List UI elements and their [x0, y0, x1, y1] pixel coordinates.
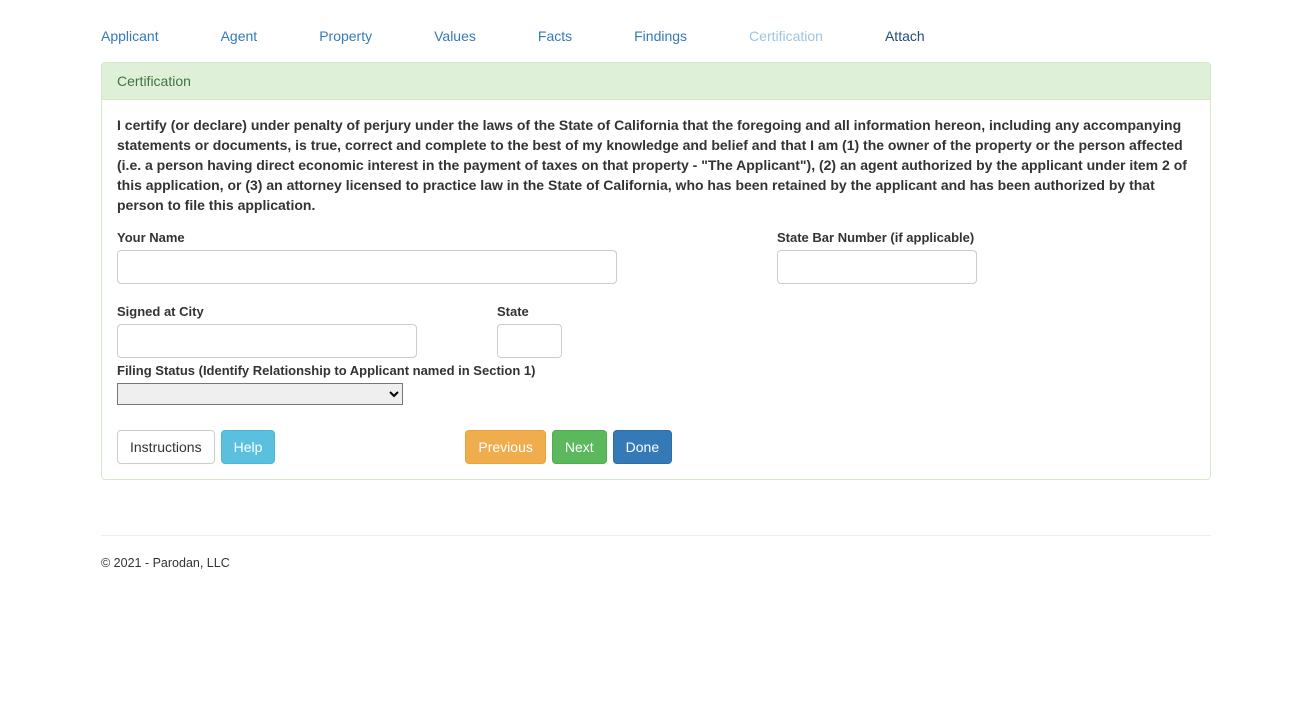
tab-findings[interactable]: Findings [634, 28, 687, 44]
state-label: State [497, 304, 567, 319]
tab-property[interactable]: Property [319, 28, 372, 44]
your-name-label: Your Name [117, 230, 617, 245]
certification-text: I certify (or declare) under penalty of … [117, 115, 1195, 215]
tab-certification[interactable]: Certification [749, 28, 823, 44]
filing-status-select[interactable] [117, 383, 403, 405]
state-input[interactable] [497, 324, 562, 358]
panel-body: I certify (or declare) under penalty of … [102, 100, 1210, 479]
certification-panel: Certification I certify (or declare) und… [101, 62, 1211, 480]
signed-city-input[interactable] [117, 324, 417, 358]
signed-city-label: Signed at City [117, 304, 417, 319]
state-bar-label: State Bar Number (if applicable) [777, 230, 977, 245]
your-name-input[interactable] [117, 250, 617, 284]
next-button[interactable]: Next [552, 430, 607, 464]
footer-text: © 2021 - Parodan, LLC [101, 556, 1211, 570]
done-button[interactable]: Done [613, 430, 672, 464]
help-button[interactable]: Help [221, 430, 276, 464]
nav-tabs: Applicant Agent Property Values Facts Fi… [101, 0, 1211, 44]
tab-facts[interactable]: Facts [538, 28, 572, 44]
tab-values[interactable]: Values [434, 28, 476, 44]
state-bar-input[interactable] [777, 250, 977, 284]
previous-button[interactable]: Previous [465, 430, 545, 464]
filing-status-label: Filing Status (Identify Relationship to … [117, 363, 1195, 378]
tab-agent[interactable]: Agent [221, 28, 258, 44]
instructions-button[interactable]: Instructions [117, 430, 215, 464]
tab-attach[interactable]: Attach [885, 28, 925, 44]
panel-heading: Certification [102, 63, 1210, 100]
footer-divider [101, 535, 1211, 536]
tab-applicant[interactable]: Applicant [101, 28, 159, 44]
